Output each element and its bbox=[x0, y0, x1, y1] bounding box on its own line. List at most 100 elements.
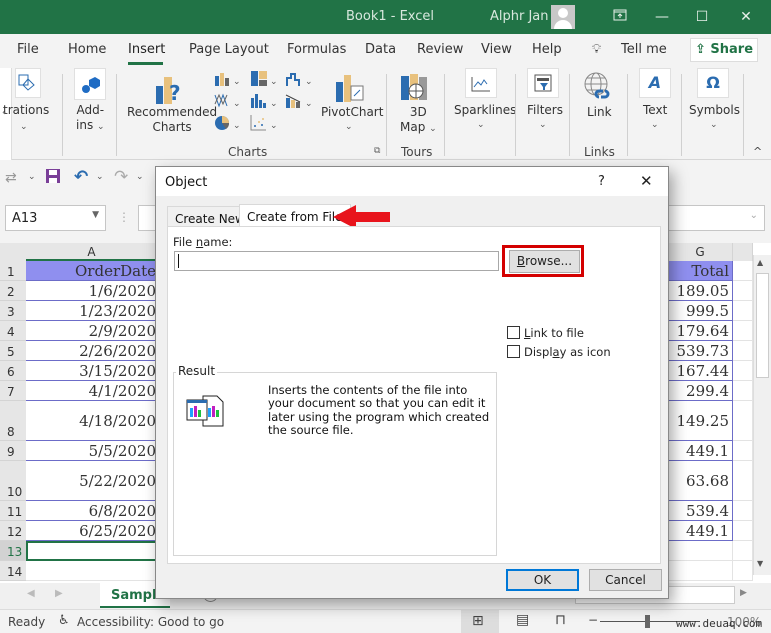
3d-map-icon[interactable] bbox=[400, 72, 432, 104]
close-button[interactable]: ✕ bbox=[736, 7, 756, 27]
cell-total[interactable]: 63.68 bbox=[668, 461, 733, 501]
tab-data[interactable]: Data bbox=[365, 42, 396, 57]
row-header[interactable]: 3 bbox=[0, 301, 26, 321]
column-chart-icon[interactable]: ⌄ bbox=[214, 70, 242, 91]
row-header[interactable]: 13 bbox=[0, 541, 26, 561]
column-header-a[interactable]: A bbox=[26, 243, 158, 261]
collapse-ribbon-icon[interactable]: ^ bbox=[753, 145, 762, 158]
avatar[interactable] bbox=[551, 5, 575, 29]
chevron-down-icon[interactable]: ⌄ bbox=[136, 172, 144, 182]
scroll-sheets-right-icon[interactable]: ▶ bbox=[55, 588, 63, 599]
tab-file[interactable]: File bbox=[17, 42, 39, 57]
scroll-up-icon[interactable]: ▲ bbox=[757, 258, 763, 267]
zoom-slider-thumb[interactable] bbox=[645, 615, 650, 628]
symbols-icon[interactable]: Ω bbox=[697, 68, 729, 98]
cancel-button[interactable]: Cancel bbox=[589, 569, 662, 591]
row-header[interactable]: 14 bbox=[0, 561, 26, 581]
cell-orderdate[interactable]: 1/23/2020 bbox=[26, 301, 158, 321]
cell-total[interactable]: 299.4 bbox=[668, 381, 733, 401]
scatter-chart-icon[interactable]: ⌄ bbox=[250, 114, 278, 135]
browse-button[interactable]: Browse... bbox=[509, 250, 580, 273]
cell-h[interactable] bbox=[733, 401, 753, 441]
add-ins-icon[interactable] bbox=[74, 68, 106, 100]
tab-home[interactable]: Home bbox=[68, 42, 106, 57]
cell-orderdate[interactable] bbox=[26, 561, 158, 581]
cell-h[interactable] bbox=[733, 461, 753, 501]
chevron-down-icon[interactable]: ▼ bbox=[92, 210, 99, 220]
line-chart-icon[interactable]: ⌄ bbox=[214, 92, 242, 113]
sparklines-icon[interactable] bbox=[465, 68, 497, 98]
row-header[interactable]: 11 bbox=[0, 501, 26, 521]
cell-orderdate[interactable]: 4/18/2020 bbox=[26, 401, 158, 441]
scrollbar-thumb[interactable] bbox=[756, 273, 769, 378]
cell-h[interactable] bbox=[733, 341, 753, 361]
cell-total[interactable] bbox=[668, 541, 733, 561]
row-header[interactable]: 5 bbox=[0, 341, 26, 361]
normal-view-button[interactable]: ⊞ bbox=[461, 610, 499, 633]
tab-formulas[interactable]: Formulas bbox=[287, 42, 346, 57]
cell-orderdate[interactable]: 5/5/2020 bbox=[26, 441, 158, 461]
chevron-down-icon[interactable]: ⌄ bbox=[28, 172, 36, 182]
tell-me-search[interactable]: Tell me bbox=[621, 42, 667, 57]
page-layout-view-icon[interactable]: ▤ bbox=[516, 612, 529, 628]
dialog-close-button[interactable]: ✕ bbox=[640, 172, 653, 190]
filters-label[interactable]: Filters bbox=[527, 103, 563, 118]
help-button[interactable]: ? bbox=[598, 174, 605, 189]
tab-page-layout[interactable]: Page Layout bbox=[189, 42, 269, 57]
cell-total[interactable]: 189.05 bbox=[668, 281, 733, 301]
cell-h[interactable] bbox=[733, 381, 753, 401]
minimize-button[interactable]: — bbox=[652, 7, 672, 27]
file-name-input[interactable] bbox=[174, 251, 499, 271]
waterfall-chart-icon[interactable]: ⌄ bbox=[285, 70, 313, 91]
3d-map-label[interactable]: 3D Map ⌄ bbox=[400, 105, 437, 137]
sparklines-label[interactable]: Sparklines bbox=[454, 103, 516, 118]
row-header[interactable]: 2 bbox=[0, 281, 26, 301]
cell-h[interactable] bbox=[733, 261, 753, 281]
cell-total[interactable]: 999.5 bbox=[668, 301, 733, 321]
scroll-right-icon[interactable]: ▶ bbox=[740, 588, 747, 598]
illustrations-label[interactable]: trations bbox=[3, 103, 49, 118]
formula-bar-grip[interactable]: ⋮ bbox=[118, 210, 130, 224]
text-label[interactable]: Text bbox=[643, 103, 667, 118]
redo-icon[interactable]: ↷ bbox=[114, 167, 128, 187]
zoom-out-button[interactable]: − bbox=[588, 613, 598, 627]
name-box[interactable]: A13 ▼ bbox=[5, 205, 106, 231]
row-header[interactable]: 7 bbox=[0, 381, 26, 401]
chevron-down-icon[interactable]: ⌄ bbox=[96, 172, 104, 182]
cell-h[interactable] bbox=[733, 541, 753, 561]
cell-orderdate[interactable]: 2/26/2020 bbox=[26, 341, 158, 361]
symbols-label[interactable]: Symbols bbox=[689, 103, 740, 118]
page-break-preview-icon[interactable]: ⊓ bbox=[555, 612, 566, 628]
link-label[interactable]: Link bbox=[587, 105, 612, 120]
cell-h[interactable] bbox=[733, 301, 753, 321]
link-to-file-checkbox[interactable] bbox=[507, 326, 520, 339]
user-name[interactable]: Alphr Jan bbox=[490, 9, 549, 24]
dialog-launcher-icon[interactable]: ⧉ bbox=[374, 146, 380, 156]
vertical-scrollbar[interactable]: ▲ ▼ bbox=[753, 255, 771, 575]
cell-h[interactable] bbox=[733, 281, 753, 301]
row-header[interactable]: 10 bbox=[0, 461, 26, 501]
ribbon-display-options-icon[interactable] bbox=[610, 7, 630, 27]
column-header-h[interactable] bbox=[733, 243, 753, 261]
cell-orderdate[interactable]: 6/25/2020 bbox=[26, 521, 158, 541]
row-header[interactable]: 4 bbox=[0, 321, 26, 341]
maximize-button[interactable]: ☐ bbox=[692, 7, 712, 27]
cell-orderdate[interactable]: 1/6/2020 bbox=[26, 281, 158, 301]
cell-total[interactable]: 449.1 bbox=[668, 441, 733, 461]
row-header[interactable]: 9 bbox=[0, 441, 26, 461]
cell-h[interactable] bbox=[733, 361, 753, 381]
undo-icon[interactable]: ↶ bbox=[74, 167, 88, 187]
cell-total[interactable]: 167.44 bbox=[668, 361, 733, 381]
cell-h[interactable] bbox=[733, 501, 753, 521]
cell-orderdate[interactable]: 4/1/2020 bbox=[26, 381, 158, 401]
ok-button[interactable]: OK bbox=[506, 569, 579, 591]
statistic-chart-icon[interactable]: ⌄ bbox=[250, 92, 278, 113]
add-ins-label[interactable]: Add-ins ⌄ bbox=[76, 103, 105, 135]
accessibility-status[interactable]: Accessibility: Good to go bbox=[77, 615, 224, 629]
tab-review[interactable]: Review bbox=[417, 42, 463, 57]
save-icon[interactable] bbox=[45, 168, 61, 187]
pivotchart-icon[interactable] bbox=[335, 72, 365, 104]
illustrations-icon[interactable] bbox=[15, 68, 41, 98]
display-as-icon-checkbox[interactable] bbox=[507, 345, 520, 358]
text-icon[interactable]: A bbox=[639, 68, 671, 98]
